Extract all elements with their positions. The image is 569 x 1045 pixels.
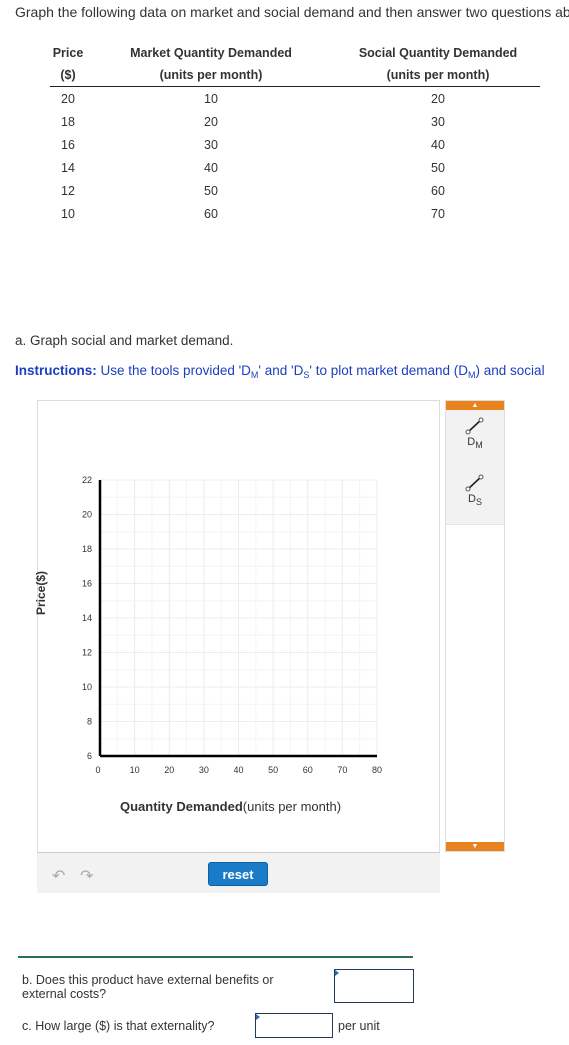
section-divider xyxy=(18,956,413,958)
instructions-label: Instructions: xyxy=(15,363,97,378)
market-qty-cell: 30 xyxy=(204,137,218,152)
table-subheader-row: ($) (units per month) (units per month) xyxy=(50,64,540,87)
instructions-text: ' to plot market demand (D xyxy=(309,363,469,378)
subheader-price: ($) xyxy=(50,64,86,87)
table-row: 14 40 50 xyxy=(50,156,540,179)
price-cell: 12 xyxy=(61,183,75,198)
header-social-qty: Social Quantity Demanded xyxy=(358,46,518,60)
y-axis-label: Price($) xyxy=(34,570,48,615)
x-tick-label: 20 xyxy=(164,765,174,775)
tool-label: DM xyxy=(467,436,483,450)
x-axis-label: Quantity Demanded(units per month) xyxy=(120,799,341,814)
x-tick-label: 60 xyxy=(303,765,313,775)
instructions-text: ) and social xyxy=(475,363,545,378)
market-qty-cell: 10 xyxy=(204,91,218,106)
price-cell: 18 xyxy=(61,114,75,129)
redo-icon[interactable]: ↷ xyxy=(80,866,93,886)
y-tick-label: 14 xyxy=(82,613,92,623)
table-row: 18 20 30 xyxy=(50,110,540,133)
market-qty-cell: 20 xyxy=(204,114,218,129)
x-tick-label: 70 xyxy=(337,765,347,775)
subheader-market-qty: (units per month) xyxy=(86,64,336,87)
part-c-question: c. How large ($) is that externality? xyxy=(22,1019,215,1033)
part-a-question: a. Graph social and market demand. xyxy=(15,333,234,348)
y-tick-label: 16 xyxy=(82,579,92,589)
instructions-text: Use the tools provided 'D xyxy=(96,363,251,378)
market-qty-cell: 50 xyxy=(204,183,218,198)
x-axis-label-bold: Quantity Demanded xyxy=(120,799,243,814)
social-qty-cell: 50 xyxy=(431,160,445,175)
sub-m: M xyxy=(468,370,476,380)
externality-size-input[interactable] xyxy=(255,1013,333,1038)
price-cell: 14 xyxy=(61,160,75,175)
y-tick-label: 22 xyxy=(82,475,92,485)
per-unit-label: per unit xyxy=(338,1019,380,1033)
table-row: 10 60 70 xyxy=(50,202,540,225)
line-tool-icon xyxy=(465,474,484,492)
instructions-text: ' and 'D xyxy=(258,363,304,378)
header-market-qty: Market Quantity Demanded xyxy=(130,46,292,60)
table-row: 16 30 40 xyxy=(50,133,540,156)
price-cell: 20 xyxy=(61,91,75,106)
price-cell: 10 xyxy=(61,206,75,221)
table-row: 12 50 60 xyxy=(50,179,540,202)
x-tick-label: 80 xyxy=(372,765,382,775)
part-b-question: b. Does this product have external benef… xyxy=(22,973,274,1001)
price-cell: 16 xyxy=(61,137,75,152)
x-tick-label: 40 xyxy=(233,765,243,775)
table-row: 20 10 20 xyxy=(50,87,540,111)
y-tick-label: 6 xyxy=(87,751,92,761)
x-tick-label: 0 xyxy=(95,765,100,775)
tool-dm[interactable]: DM xyxy=(446,410,504,468)
tool-ds[interactable]: DS xyxy=(446,467,504,525)
y-tick-label: 12 xyxy=(82,648,92,658)
tool-label: DS xyxy=(468,493,482,507)
scroll-down-button[interactable]: ▼ xyxy=(446,842,504,851)
dropdown-caret-icon xyxy=(335,970,339,976)
social-qty-cell: 60 xyxy=(431,183,445,198)
y-tick-label: 10 xyxy=(82,682,92,692)
x-tick-label: 50 xyxy=(268,765,278,775)
y-tick-label: 18 xyxy=(82,544,92,554)
y-tick-label: 20 xyxy=(82,510,92,520)
y-tick-label: 8 xyxy=(87,717,92,727)
input-marker-icon xyxy=(256,1014,260,1020)
market-qty-cell: 60 xyxy=(204,206,218,221)
table-header-row: Price Market Quantity Demanded Social Qu… xyxy=(50,42,540,64)
data-table: Price Market Quantity Demanded Social Qu… xyxy=(50,42,540,225)
market-qty-cell: 40 xyxy=(204,160,218,175)
tool-palette: ▲ DM DS ▼ xyxy=(445,400,505,852)
reset-button[interactable]: reset xyxy=(208,862,268,886)
x-tick-label: 10 xyxy=(130,765,140,775)
scroll-up-button[interactable]: ▲ xyxy=(446,401,504,410)
subheader-social-qty: (units per month) xyxy=(336,64,540,87)
intro-text: Graph the following data on market and s… xyxy=(15,4,569,20)
social-qty-cell: 40 xyxy=(431,137,445,152)
social-qty-cell: 70 xyxy=(431,206,445,221)
line-tool-icon xyxy=(465,417,484,435)
social-qty-cell: 30 xyxy=(431,114,445,129)
x-tick-label: 30 xyxy=(199,765,209,775)
external-type-dropdown[interactable] xyxy=(334,969,414,1003)
instructions: Instructions: Use the tools provided 'D M… xyxy=(15,363,545,380)
header-price: Price xyxy=(52,46,84,60)
undo-icon[interactable]: ↶ xyxy=(52,866,65,886)
social-qty-cell: 20 xyxy=(431,91,445,106)
graph-canvas[interactable]: 22 20 18 16 14 12 10 8 60 10 20 30 40 50 60 70 80 xyxy=(37,400,440,852)
x-axis-label-units: (units per month) xyxy=(242,799,342,814)
